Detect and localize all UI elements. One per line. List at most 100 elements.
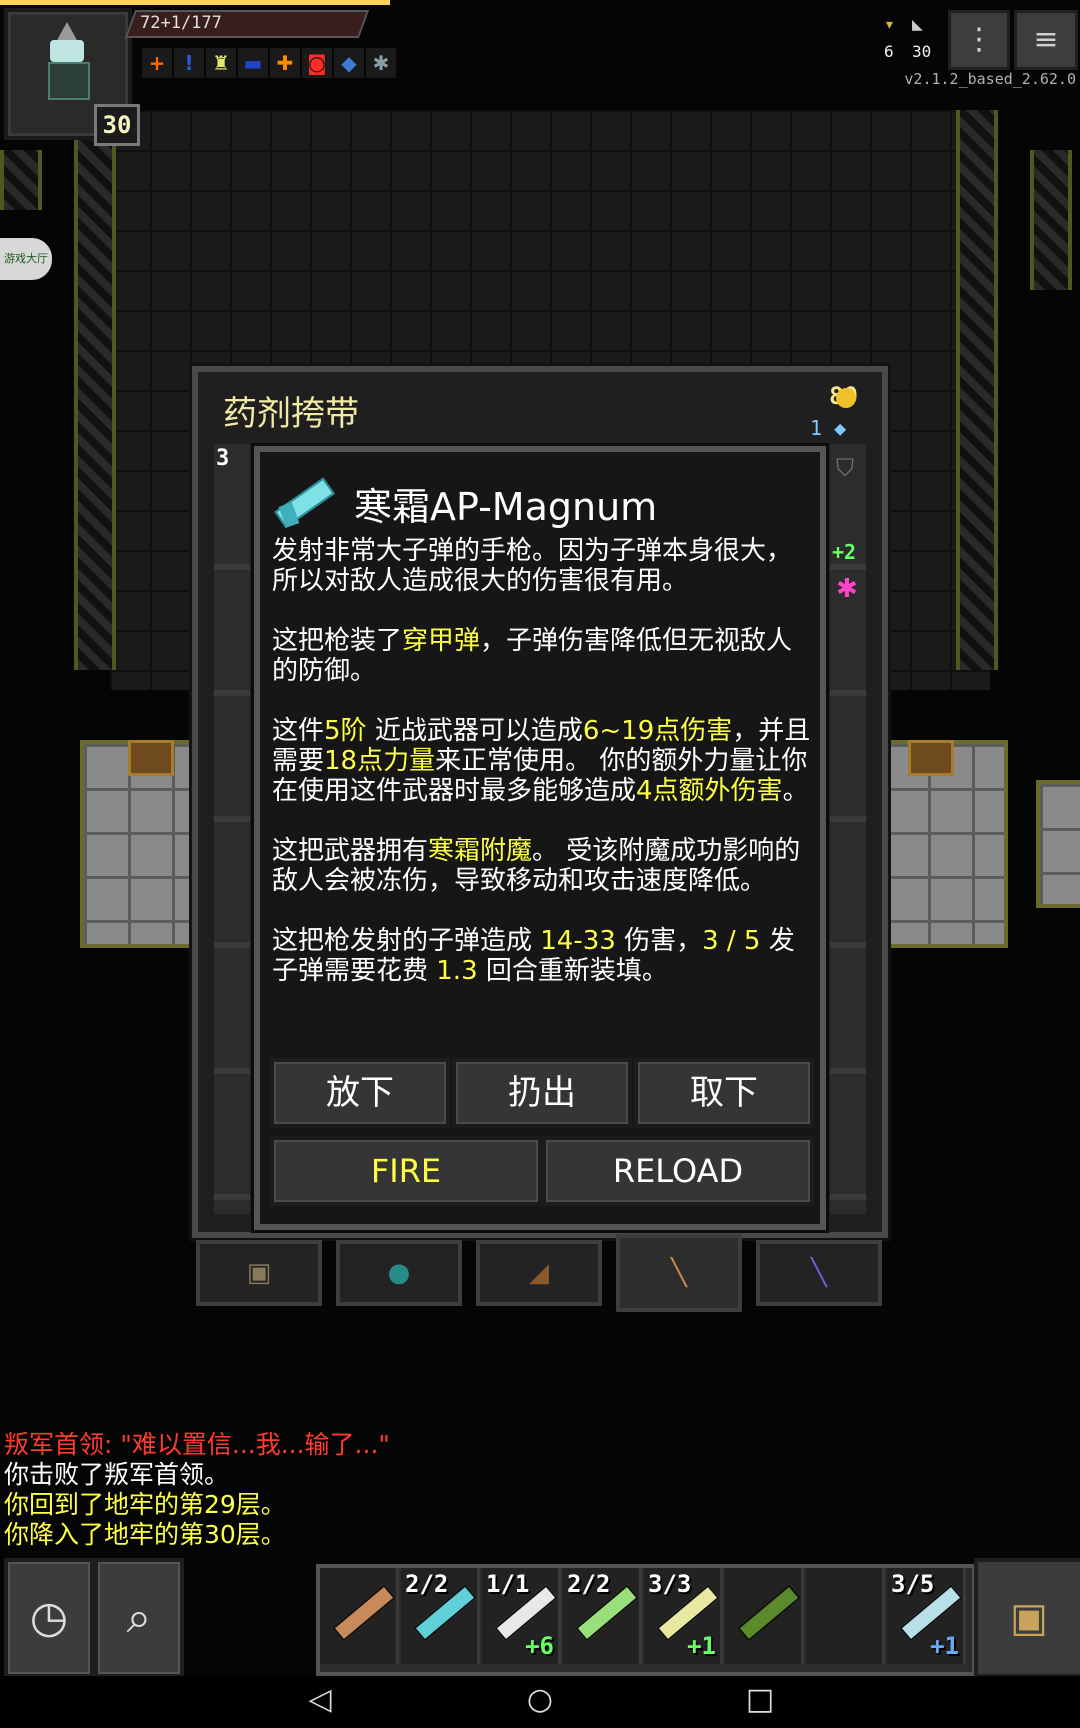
- back-icon[interactable]: ◁: [300, 1680, 340, 1720]
- buff-icon[interactable]: !: [174, 48, 204, 78]
- journal-button[interactable]: ⋮: [948, 10, 1010, 70]
- hero-hat: [56, 22, 78, 42]
- iron-key-count: 6: [884, 42, 894, 61]
- game-hall-tag[interactable]: 游戏大厅: [0, 238, 52, 280]
- buff-list: +! ♜ ▬ ✚ ◙ ◆ ✱: [142, 48, 396, 78]
- log-line: 你击败了叛军首领。: [4, 1460, 230, 1489]
- magnum-icon: [274, 464, 336, 529]
- magic-icon: ✱: [836, 574, 858, 604]
- fire-button[interactable]: FIRE: [270, 1136, 542, 1206]
- item-title: 寒霜AP-Magnum: [354, 485, 658, 529]
- treasure-chest[interactable]: [908, 740, 954, 776]
- buff-icon[interactable]: ♜: [206, 48, 236, 78]
- quickslot-upgrade: +6: [525, 1632, 554, 1660]
- energy-icon: ◆: [834, 416, 847, 440]
- quickslot-ammo: 3/3: [648, 1570, 692, 1598]
- tab-seed-pouch[interactable]: ●: [336, 1240, 462, 1306]
- desc-paragraph: 这把枪发射的子弹造成 14-33 伤害，3 / 5 发子弹需要花费 1.3 回合…: [272, 926, 812, 986]
- desc-text: 这把枪发射的子弹造成: [272, 926, 541, 956]
- search-button[interactable]: ⌕: [94, 1558, 184, 1678]
- quickslot[interactable]: [725, 1568, 804, 1664]
- holster-icon: ◢: [529, 1258, 549, 1288]
- menu-icon: ≡: [1033, 22, 1059, 57]
- desc-highlight: 1.3: [436, 956, 478, 986]
- desc-text: 回合重新装填。: [477, 956, 668, 986]
- bag-title: 药剂挎带: [223, 394, 359, 434]
- buff-icon[interactable]: ▬: [238, 48, 268, 78]
- buff-icon[interactable]: ◆: [334, 48, 364, 78]
- quickslot-upgrade: +1: [930, 1632, 959, 1660]
- quickslot[interactable]: 2/2: [563, 1568, 642, 1664]
- hero-level-badge: 30: [94, 104, 140, 146]
- quickslot-ammo: 3/5: [891, 1570, 935, 1598]
- quickslot-ammo: 2/2: [405, 1570, 449, 1598]
- home-icon[interactable]: ○: [520, 1680, 560, 1720]
- bag-slot-bonus: +2: [832, 540, 857, 564]
- version-label: v2.1.2_based_2.62.0: [904, 70, 1076, 88]
- unequip-button[interactable]: 取下: [634, 1058, 814, 1128]
- desc-highlight: 寒霜附魔: [428, 836, 533, 866]
- desc-highlight: 18点力量: [324, 746, 436, 776]
- buff-icon[interactable]: ◙: [302, 48, 332, 78]
- buff-icon[interactable]: ✚: [270, 48, 300, 78]
- desc-paragraph: 这把武器拥有寒霜附魔。 受该附魔成功影响的敌人会被冻伤，导致移动和攻击速度降低。: [272, 836, 812, 896]
- desc-text: 。: [782, 776, 809, 806]
- energy-count: 1 ◆: [810, 416, 847, 440]
- recents-icon[interactable]: □: [740, 1680, 780, 1720]
- buff-icon[interactable]: ✱: [366, 48, 396, 78]
- item-description: 发射非常大子弹的手枪。因为子弹本身很大，所以对敌人造成很大的伤害很有用。 这把枪…: [272, 536, 812, 1016]
- quickslot[interactable]: 1/1 +6: [482, 1568, 561, 1664]
- backpack-icon: ▣: [1010, 1595, 1048, 1641]
- desc-text: 这把武器拥有: [272, 836, 429, 866]
- reload-button[interactable]: RELOAD: [542, 1136, 814, 1206]
- tab-wand-holder[interactable]: ╲: [756, 1240, 882, 1306]
- key-icon: ▾: [884, 14, 895, 35]
- desc-paragraph: 这件5阶 近战武器可以造成6~19点伤害，并且需要18点力量来正常使用。 你的额…: [272, 716, 812, 806]
- quickslot[interactable]: 3/5 +1: [887, 1568, 966, 1664]
- hero-head: [50, 40, 84, 62]
- buff-icon[interactable]: +: [142, 48, 172, 78]
- throw-button[interactable]: 扔出: [452, 1058, 632, 1128]
- stats-indicator[interactable]: ▾ ◣ 6 30: [880, 14, 940, 66]
- treasure-chest[interactable]: [128, 740, 174, 776]
- drop-button[interactable]: 放下: [270, 1058, 450, 1128]
- desc-text: 伤害，: [615, 926, 703, 956]
- menu-button[interactable]: ≡: [1014, 10, 1078, 70]
- desc-highlight: 3 / 5: [702, 926, 761, 956]
- armor-icon: ⛉: [836, 454, 854, 482]
- desc-text: 这件: [272, 716, 325, 746]
- clock-icon: ◷: [29, 1592, 69, 1643]
- bag-slots-left[interactable]: 3: [214, 444, 250, 1214]
- quickslot[interactable]: [320, 1568, 399, 1664]
- dungeon-wall: [0, 150, 42, 210]
- quickslot[interactable]: 3/3 +1: [644, 1568, 723, 1664]
- log-line: 叛军首领: "难以置信...我...输了...": [4, 1430, 390, 1459]
- desc-text: 这把枪装了: [272, 626, 403, 656]
- bag-slots-right[interactable]: +2 ✱ ⛉: [830, 444, 866, 1214]
- tab-holster[interactable]: ◢: [476, 1240, 602, 1306]
- desc-highlight: 穿甲弹: [402, 626, 481, 656]
- health-text: 72+1/177: [140, 13, 222, 33]
- desc-highlight: 6~19点伤害: [582, 716, 733, 746]
- stone-room-far-right[interactable]: [1036, 780, 1080, 908]
- dungeon-wall: [74, 110, 116, 670]
- quickslot[interactable]: 2/2: [401, 1568, 480, 1664]
- quiver-icon: ╲: [671, 1258, 687, 1288]
- desc-highlight: 14-33: [540, 926, 616, 956]
- bag-slot-count: 3: [216, 446, 230, 471]
- bag-tabs: ▣ ● ◢ ╲ ╲: [196, 1234, 886, 1312]
- quickslot[interactable]: [806, 1568, 885, 1664]
- backpack-button[interactable]: ▣: [974, 1558, 1080, 1678]
- tab-potion-bandolier[interactable]: ╲: [616, 1234, 742, 1312]
- dungeon-wall: [1030, 150, 1072, 290]
- tab-main-bag[interactable]: ▣: [196, 1240, 322, 1306]
- experience-bar: [0, 0, 390, 5]
- weapon-icon: [737, 1584, 801, 1642]
- dungeon-wall: [956, 110, 998, 670]
- desc-text: 近战武器可以造成: [366, 716, 583, 746]
- chest-icon: ▣: [246, 1258, 272, 1288]
- wait-button[interactable]: ◷: [4, 1558, 94, 1678]
- quickslot-ammo: 1/1: [486, 1570, 530, 1598]
- pouch-icon: ●: [387, 1258, 411, 1288]
- desc-highlight: 5阶: [324, 716, 367, 746]
